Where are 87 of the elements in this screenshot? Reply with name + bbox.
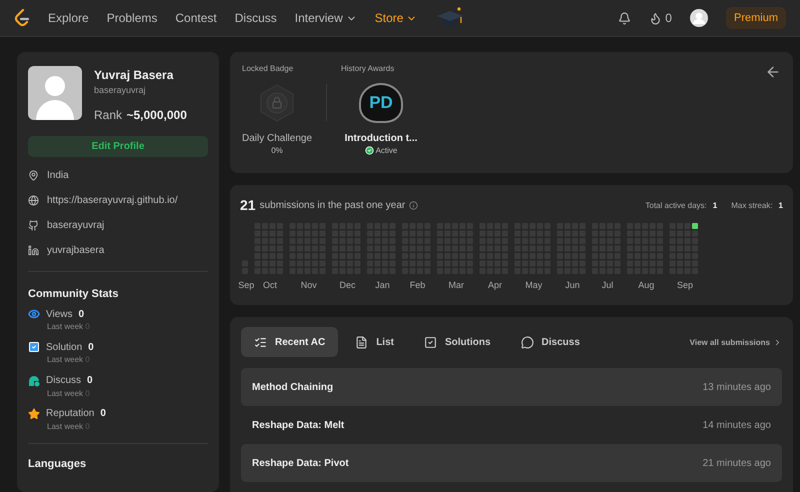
notification-bell-icon[interactable]: [618, 12, 632, 24]
rank-value: ~5,000,000: [126, 108, 187, 122]
month-label: Feb: [410, 280, 426, 290]
chevron-right-icon: [773, 338, 782, 346]
problem-title[interactable]: Method Chaining: [252, 382, 334, 392]
nav-link[interactable]: Contest: [175, 11, 217, 25]
stat-label: Discuss: [46, 375, 82, 386]
section-title: Community Stats: [28, 288, 120, 300]
month-label: Nov: [300, 280, 317, 290]
avatar-icon[interactable]: [690, 9, 708, 27]
website-icon: [28, 195, 39, 206]
submission-tab[interactable]: Recent AC: [241, 327, 338, 357]
badge-status: Active: [364, 146, 398, 155]
avatar-placeholder: [28, 66, 82, 120]
submission-tab[interactable]: Solutions: [410, 327, 504, 357]
submission-time: 13 minutes ago: [702, 382, 771, 392]
submission-time: 21 minutes ago: [702, 458, 771, 468]
month-label: Jun: [565, 280, 580, 290]
flame-icon: [649, 12, 662, 24]
back-arrow-button[interactable]: [765, 64, 781, 80]
month-label: Sep: [676, 280, 693, 290]
profile-link[interactable]: https://baserayuvraj.github.io/: [47, 195, 178, 206]
month-label: Dec: [339, 280, 356, 290]
section-title: Languages: [28, 458, 88, 470]
problem-title[interactable]: Reshape Data: Pivot: [252, 458, 349, 468]
github-icon: [28, 220, 39, 232]
view-all-link[interactable]: View all submissions: [690, 338, 782, 346]
active-days-value: 1: [712, 200, 718, 210]
stat-sublabel: Last week: [47, 355, 84, 364]
badge-name: Daily Challenge: [242, 133, 312, 144]
logo-icon[interactable]: [14, 9, 30, 27]
badge-heading: History Awards: [341, 64, 394, 73]
stat-value: 0: [88, 342, 94, 353]
submission-time: 14 minutes ago: [702, 420, 771, 430]
month-label: Jan: [375, 280, 390, 290]
stat-sublabel: Last week: [47, 388, 84, 398]
month-label: Mar: [448, 280, 464, 290]
badge-percentage: 0%: [271, 146, 283, 155]
stat-label: Solution: [46, 342, 82, 353]
nav-link[interactable]: Interview: [294, 11, 357, 25]
star-icon: [28, 408, 40, 420]
location-icon: [28, 170, 39, 182]
month-label: Jul: [602, 280, 614, 290]
info-icon[interactable]: [409, 200, 418, 210]
profile-link[interactable]: yuvrajbasera: [47, 245, 104, 256]
recent-icon: [254, 336, 267, 348]
stat-label: Views: [46, 308, 72, 320]
rank-label: Rank: [94, 108, 122, 122]
stat-sublabel: Last week: [47, 422, 84, 431]
profile-link[interactable]: baserayuvraj: [47, 220, 104, 232]
nav-link[interactable]: Problems: [106, 11, 158, 25]
submission-count: 21: [240, 197, 256, 213]
stat-label: Reputation: [46, 408, 94, 420]
linkedin-icon: [28, 245, 39, 256]
nav-link[interactable]: Discuss: [234, 11, 277, 25]
list-icon: [355, 336, 368, 348]
nav-link[interactable]: Explore: [48, 11, 89, 25]
stat-value: 0: [100, 408, 106, 420]
month-label: Aug: [638, 280, 654, 290]
nav-link[interactable]: Store: [374, 11, 418, 25]
edit-profile-button[interactable]: Edit Profile: [28, 136, 208, 158]
badge-heading: Locked Badge: [242, 64, 294, 73]
stat-sublabel: Last week: [47, 322, 84, 332]
discuss-icon: [520, 336, 534, 348]
badge-name: Introduction t...: [344, 133, 418, 144]
stat-value: 0: [87, 375, 93, 386]
month-label: May: [525, 280, 542, 290]
user-name: Yuvraj Basera: [94, 68, 174, 82]
streak-counter[interactable]: 0: [649, 11, 672, 25]
submission-summary: submissions in the past one year: [260, 200, 406, 210]
stat-value: 0: [78, 308, 84, 320]
solutions-icon: [424, 336, 437, 348]
submission-tab[interactable]: List: [342, 327, 407, 357]
month-label: Oct: [262, 280, 277, 290]
award-badge[interactable]: PD: [359, 83, 403, 123]
max-streak-label: Max streak:: [731, 200, 773, 210]
month-label: Sep: [238, 280, 254, 290]
active-days-label: Total active days:: [645, 200, 707, 210]
eye-icon: [28, 308, 40, 320]
problem-title[interactable]: Reshape Data: Melt: [252, 420, 344, 430]
max-streak-value: 1: [778, 200, 783, 210]
username: baserayuvraj: [94, 85, 147, 95]
month-label: Apr: [488, 280, 502, 290]
check-circle-icon: [364, 146, 374, 155]
checkbox-icon: [28, 341, 40, 354]
premium-button[interactable]: Premium: [726, 7, 786, 29]
submission-tab[interactable]: Discuss: [508, 327, 593, 357]
